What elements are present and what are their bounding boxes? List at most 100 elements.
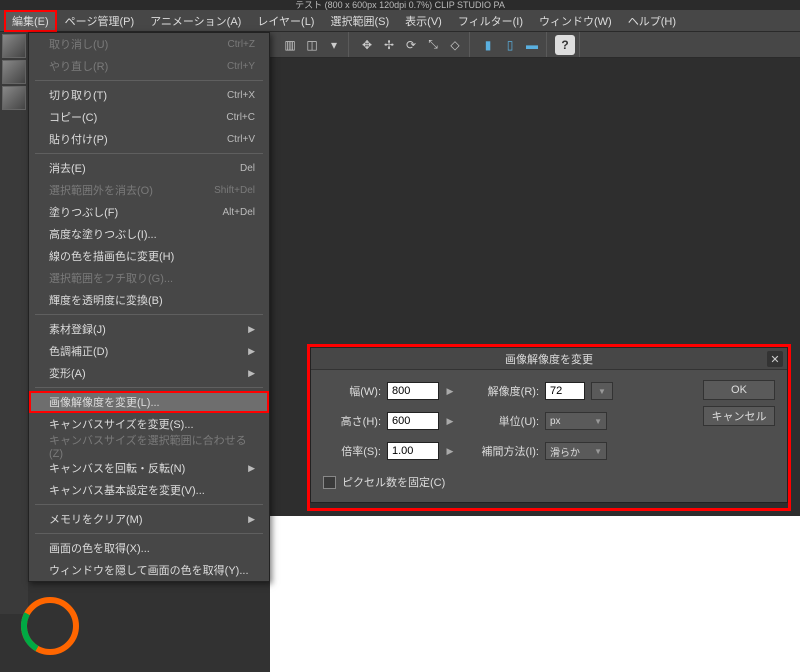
window-icon[interactable]: ◫ — [302, 35, 322, 55]
menu-item[interactable]: 切り取り(T)Ctrl+X — [29, 84, 269, 106]
menu-ヘルプ(H)[interactable]: ヘルプ(H) — [620, 10, 684, 32]
menu-item[interactable]: メモリをクリア(M)▶ — [29, 508, 269, 530]
layer-c-icon[interactable]: ▬ — [522, 35, 542, 55]
menu-item[interactable]: キャンバスを回転・反転(N)▶ — [29, 457, 269, 479]
height-label: 高さ(H): — [323, 413, 381, 429]
resolution-dialog: 画像解像度を変更 ✕ 幅(W): ▶ 高さ(H): ▶ 倍率(S): ▶ — [310, 347, 788, 503]
scale-icon[interactable]: ⤡ — [423, 35, 443, 55]
menu-item[interactable]: 輝度を透明度に変換(B) — [29, 289, 269, 311]
dropdown-icon[interactable]: ▾ — [324, 35, 344, 55]
menu-item-label: 変形(A) — [49, 365, 86, 381]
move-icon[interactable]: ✢ — [379, 35, 399, 55]
menu-item-label: 選択範囲外を消去(O) — [49, 182, 153, 198]
separator — [35, 153, 263, 154]
color-wheel[interactable] — [20, 596, 80, 614]
menu-編集(E)[interactable]: 編集(E) — [4, 10, 57, 32]
menu-item: 取り消し(U)Ctrl+Z — [29, 33, 269, 55]
menu-item-label: キャンバス基本設定を変更(V)... — [49, 482, 205, 498]
menu-レイヤー(L)[interactable]: レイヤー(L) — [249, 10, 322, 32]
menu-item-label: やり直し(R) — [49, 58, 108, 74]
menu-item-label: キャンバスサイズを変更(S)... — [49, 416, 194, 432]
menu-フィルター(I)[interactable]: フィルター(I) — [450, 10, 531, 32]
menu-item[interactable]: 貼り付け(P) Ctrl+V — [29, 128, 269, 150]
menu-item: 選択範囲をフチ取り(G)... — [29, 267, 269, 289]
menu-表示(V)[interactable]: 表示(V) — [397, 10, 450, 32]
interp-label: 補間方法(I): — [473, 443, 539, 459]
chevron-right-icon[interactable]: ▶ — [445, 446, 455, 457]
menu-item[interactable]: 色調補正(D)▶ — [29, 340, 269, 362]
resolution-dropdown[interactable]: ▼ — [591, 382, 613, 400]
menu-item: 選択範囲外を消去(O) Shift+Del — [29, 179, 269, 201]
menu-item[interactable]: 消去(E) Del — [29, 157, 269, 179]
menu-item[interactable]: ウィンドウを隠して画面の色を取得(Y)... — [29, 559, 269, 581]
canvas-area — [270, 58, 800, 614]
handles-icon[interactable]: ◇ — [445, 35, 465, 55]
menu-item-label: 色調補正(D) — [49, 343, 108, 359]
rotate-icon[interactable]: ⟳ — [401, 35, 421, 55]
chevron-right-icon[interactable]: ▶ — [445, 416, 455, 427]
shortcut: Ctrl+C — [226, 112, 255, 123]
interp-select[interactable]: 滑らか▼ — [545, 442, 607, 460]
width-label: 幅(W): — [323, 383, 381, 399]
width-input[interactable] — [387, 382, 439, 400]
layer-b-icon[interactable]: ▯ — [500, 35, 520, 55]
shortcut: Ctrl+V — [227, 134, 255, 145]
edit-menu-dropdown: 取り消し(U)Ctrl+Zやり直し(R)Ctrl+Y 切り取り(T)Ctrl+Xコ… — [28, 32, 270, 582]
menu-item: やり直し(R)Ctrl+Y — [29, 55, 269, 77]
separator — [35, 314, 263, 315]
menu-item-label: 輝度を透明度に変換(B) — [49, 292, 163, 308]
menu-選択範囲(S)[interactable]: 選択範囲(S) — [322, 10, 397, 32]
menu-item[interactable]: キャンバス基本設定を変更(V)... — [29, 479, 269, 501]
blank-icon[interactable]: ▥ — [280, 35, 300, 55]
menu-ウィンドウ(W)[interactable]: ウィンドウ(W) — [531, 10, 620, 32]
cancel-button[interactable]: キャンセル — [703, 406, 775, 426]
shortcut: Del — [240, 163, 255, 174]
menu-item-label: 画像解像度を変更(L)... — [49, 394, 160, 410]
menu-item[interactable]: 線の色を描画色に変更(H) — [29, 245, 269, 267]
tool-swatch[interactable] — [2, 86, 26, 110]
menu-item-label: 貼り付け(P) — [49, 131, 108, 147]
separator — [35, 504, 263, 505]
tool-strip — [0, 32, 28, 614]
ok-button[interactable]: OK — [703, 380, 775, 400]
shortcut: Ctrl+Z — [228, 39, 256, 50]
canvas[interactable] — [270, 516, 800, 672]
menu-item[interactable]: コピー(C)Ctrl+C — [29, 106, 269, 128]
menu-item-label: 塗りつぶし(F) — [49, 204, 118, 220]
menu-item: キャンバスサイズを選択範囲に合わせる(Z) — [29, 435, 269, 457]
menu-item[interactable]: 高度な塗りつぶし(I)... — [29, 223, 269, 245]
height-input[interactable] — [387, 412, 439, 430]
resolution-input[interactable] — [545, 382, 585, 400]
shortcut: Alt+Del — [222, 207, 255, 218]
menu-ページ管理(P)[interactable]: ページ管理(P) — [57, 10, 142, 32]
shortcut: Shift+Del — [214, 185, 255, 196]
menu-item-label: 切り取り(T) — [49, 87, 107, 103]
menu-アニメーション(A)[interactable]: アニメーション(A) — [142, 10, 249, 32]
scale-label: 倍率(S): — [323, 443, 381, 459]
fix-pixels-checkbox[interactable] — [323, 476, 336, 489]
chevron-right-icon[interactable]: ▶ — [445, 386, 455, 397]
flip-h-icon[interactable]: ✥ — [357, 35, 377, 55]
menu-item[interactable]: 画像解像度を変更(L)... — [29, 391, 269, 413]
menu-item[interactable]: 塗りつぶし(F) Alt+Del — [29, 201, 269, 223]
menu-item[interactable]: 画面の色を取得(X)... — [29, 537, 269, 559]
menu-item[interactable]: 変形(A)▶ — [29, 362, 269, 384]
menu-item-label: 選択範囲をフチ取り(G)... — [49, 270, 173, 286]
menu-item[interactable]: 素材登録(J)▶ — [29, 318, 269, 340]
close-icon[interactable]: ✕ — [767, 351, 783, 367]
layer-a-icon[interactable]: ▮ — [478, 35, 498, 55]
tool-swatch[interactable] — [2, 60, 26, 84]
unit-select[interactable]: px▼ — [545, 412, 607, 430]
menu-item-label: 消去(E) — [49, 160, 86, 176]
tool-swatch[interactable] — [2, 34, 26, 58]
unit-label: 単位(U): — [473, 413, 539, 429]
menu-item-label: メモリをクリア(M) — [49, 511, 143, 527]
scale-input[interactable] — [387, 442, 439, 460]
chevron-right-icon: ▶ — [248, 324, 255, 335]
menu-item-label: 画面の色を取得(X)... — [49, 540, 150, 556]
help-icon[interactable]: ? — [555, 35, 575, 55]
dialog-title-bar[interactable]: 画像解像度を変更 ✕ — [311, 348, 787, 370]
menu-item-label: 高度な塗りつぶし(I)... — [49, 226, 157, 242]
toolbar: ▥◫▾ ✥✢⟳⤡◇ ▮▯▬? — [270, 32, 800, 58]
menu-item-label: キャンバスを回転・反転(N) — [49, 460, 185, 476]
